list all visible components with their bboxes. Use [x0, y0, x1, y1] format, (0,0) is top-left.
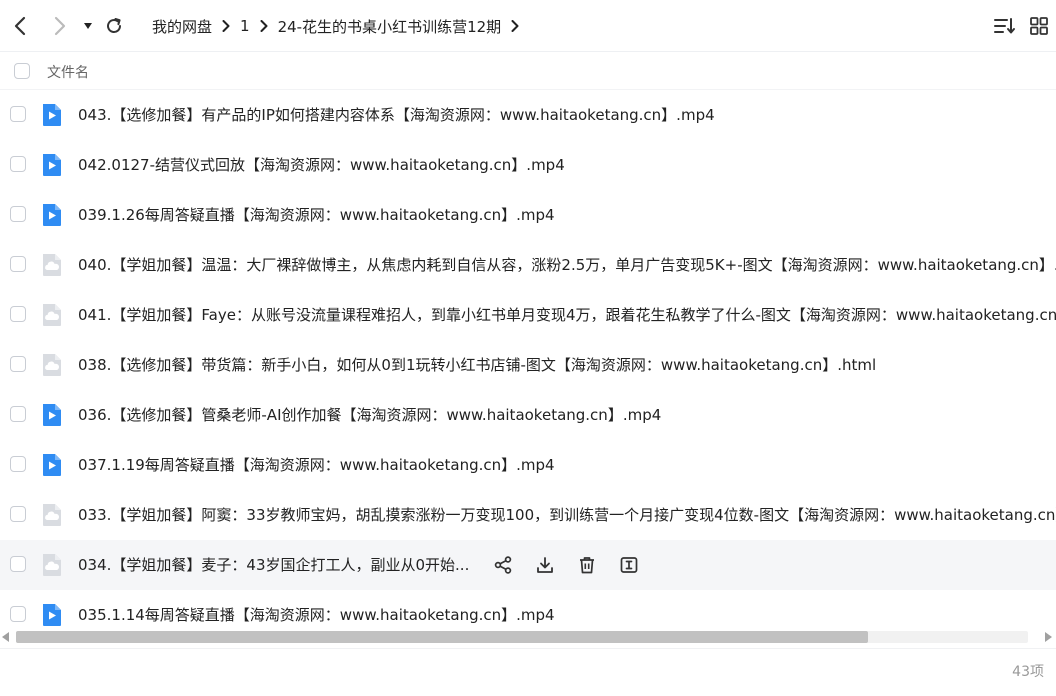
- row-checkbox[interactable]: [10, 106, 26, 122]
- file-row[interactable]: 042.0127-结营仪式回放【海淘资源网：www.haitaoketang.c…: [0, 140, 1056, 190]
- share-button[interactable]: [490, 552, 516, 578]
- history-dropdown-button[interactable]: [80, 10, 96, 42]
- file-row[interactable]: 037.1.19每周答疑直播【海淘资源网：www.haitaoketang.cn…: [0, 440, 1056, 490]
- row-checkbox[interactable]: [10, 256, 26, 272]
- file-row[interactable]: 038.【选修加餐】带货篇：新手小白，如何从0到1玩转小红书店铺-图文【海淘资源…: [0, 340, 1056, 390]
- rename-icon: [620, 557, 638, 573]
- row-checkbox[interactable]: [10, 356, 26, 372]
- row-checkbox[interactable]: [10, 456, 26, 472]
- video-file-icon: [41, 153, 63, 177]
- trash-icon: [580, 557, 594, 574]
- grid-view-button[interactable]: [1026, 13, 1052, 39]
- file-name[interactable]: 037.1.19每周答疑直播【海淘资源网：www.haitaoketang.cn…: [78, 440, 555, 490]
- file-row[interactable]: 040.【学姐加餐】温温：大厂裸辞做博主，从焦虑内耗到自信从容，涨粉2.5万，单…: [0, 240, 1056, 290]
- breadcrumb-item-1[interactable]: 1: [240, 17, 250, 35]
- web-file-icon: [41, 503, 63, 527]
- scroll-left-icon[interactable]: [2, 632, 10, 642]
- list-header: 文件名: [0, 52, 1056, 90]
- caret-down-icon: [84, 23, 92, 29]
- delete-button[interactable]: [574, 552, 600, 578]
- sort-icon: [994, 18, 1015, 34]
- row-actions: [490, 552, 658, 578]
- download-button[interactable]: [532, 552, 558, 578]
- row-checkbox[interactable]: [10, 556, 26, 572]
- column-header-filename[interactable]: 文件名: [47, 62, 89, 82]
- web-file-icon: [41, 553, 63, 577]
- breadcrumb: 我的网盘 1 24-花生的书桌小红书训练营12期: [152, 0, 529, 52]
- file-name[interactable]: 035.1.14每周答疑直播【海淘资源网：www.haitaoketang.cn…: [78, 590, 555, 630]
- file-list: 043.【选修加餐】有产品的IP如何搭建内容体系【海淘资源网：www.haita…: [0, 90, 1056, 630]
- video-file-icon: [41, 403, 63, 427]
- view-tools: [992, 0, 1056, 52]
- file-name[interactable]: 042.0127-结营仪式回放【海淘资源网：www.haitaoketang.c…: [78, 140, 565, 190]
- breadcrumb-item-root[interactable]: 我的网盘: [152, 16, 212, 37]
- file-row[interactable]: 043.【选修加餐】有产品的IP如何搭建内容体系【海淘资源网：www.haita…: [0, 90, 1056, 140]
- file-name[interactable]: 039.1.26每周答疑直播【海淘资源网：www.haitaoketang.cn…: [78, 190, 555, 240]
- file-name[interactable]: 038.【选修加餐】带货篇：新手小白，如何从0到1玩转小红书店铺-图文【海淘资源…: [78, 340, 876, 390]
- share-icon: [494, 556, 512, 574]
- scroll-right-icon[interactable]: [1044, 632, 1052, 642]
- item-count: 43项: [1012, 664, 1044, 680]
- rename-button[interactable]: [616, 552, 642, 578]
- file-row[interactable]: 035.1.14每周答疑直播【海淘资源网：www.haitaoketang.cn…: [0, 590, 1056, 630]
- file-row[interactable]: 033.【学姐加餐】阿窦：33岁教师宝妈，胡乱摸索涨粉一万变现100，到训练营一…: [0, 490, 1056, 540]
- row-checkbox[interactable]: [10, 156, 26, 172]
- chevron-right-icon: [222, 20, 230, 32]
- web-file-icon: [41, 353, 63, 377]
- file-row[interactable]: 036.【选修加餐】管桑老师-AI创作加餐【海淘资源网：www.haitaoke…: [0, 390, 1056, 440]
- scrollbar-track[interactable]: [16, 631, 1028, 643]
- file-name[interactable]: 040.【学姐加餐】温温：大厂裸辞做博主，从焦虑内耗到自信从容，涨粉2.5万，单…: [78, 240, 1056, 290]
- breadcrumb-item-current[interactable]: 24-花生的书桌小红书训练营12期: [278, 16, 502, 37]
- arrow-right-icon: [54, 16, 66, 36]
- video-file-icon: [41, 203, 63, 227]
- row-checkbox[interactable]: [10, 406, 26, 422]
- file-row[interactable]: 034.【学姐加餐】麦子：43岁国企打工人，副业从0开始...: [0, 540, 1056, 590]
- video-file-icon: [41, 603, 63, 627]
- horizontal-scrollbar[interactable]: [0, 628, 1056, 646]
- back-button[interactable]: [8, 10, 32, 42]
- row-checkbox[interactable]: [10, 206, 26, 222]
- download-icon: [537, 557, 553, 573]
- forward-button[interactable]: [48, 10, 72, 42]
- video-file-icon: [41, 103, 63, 127]
- arrow-left-icon: [14, 16, 26, 36]
- chevron-right-icon: [260, 20, 268, 32]
- chevron-right-icon: [511, 20, 519, 32]
- video-file-icon: [41, 453, 63, 477]
- sort-button[interactable]: [992, 13, 1018, 39]
- refresh-icon: [107, 18, 121, 33]
- scrollbar-thumb[interactable]: [16, 631, 868, 643]
- file-row[interactable]: 041.【学姐加餐】Faye：从账号没流量课程难招人，到靠小红书单月变现4万，跟…: [0, 290, 1056, 340]
- refresh-button[interactable]: [102, 10, 126, 42]
- row-checkbox[interactable]: [10, 606, 26, 622]
- row-checkbox[interactable]: [10, 506, 26, 522]
- file-name[interactable]: 033.【学姐加餐】阿窦：33岁教师宝妈，胡乱摸索涨粉一万变现100，到训练营一…: [78, 490, 1056, 540]
- status-bar: 43项: [0, 648, 1056, 696]
- select-all-checkbox[interactable]: [14, 63, 30, 79]
- top-toolbar: 我的网盘 1 24-花生的书桌小红书训练营12期: [0, 0, 1056, 52]
- file-name[interactable]: 034.【学姐加餐】麦子：43岁国企打工人，副业从0开始...: [78, 540, 469, 590]
- file-name[interactable]: 043.【选修加餐】有产品的IP如何搭建内容体系【海淘资源网：www.haita…: [78, 90, 715, 140]
- web-file-icon: [41, 303, 63, 327]
- file-name[interactable]: 041.【学姐加餐】Faye：从账号没流量课程难招人，到靠小红书单月变现4万，跟…: [78, 290, 1056, 340]
- row-checkbox[interactable]: [10, 306, 26, 322]
- file-name[interactable]: 036.【选修加餐】管桑老师-AI创作加餐【海淘资源网：www.haitaoke…: [78, 390, 661, 440]
- file-row[interactable]: 039.1.26每周答疑直播【海淘资源网：www.haitaoketang.cn…: [0, 190, 1056, 240]
- grid-view-icon: [1030, 17, 1048, 35]
- web-file-icon: [41, 253, 63, 277]
